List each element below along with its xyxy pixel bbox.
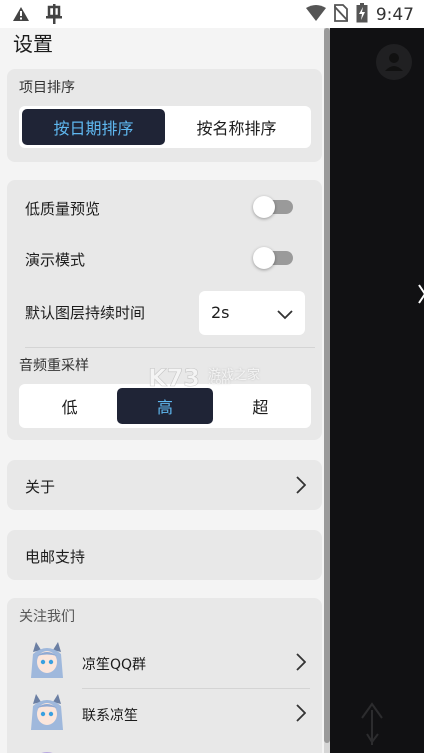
no-sim-icon — [333, 4, 349, 26]
layer-duration-select[interactable]: 2s — [199, 291, 305, 335]
status-right: 9:47 — [305, 3, 414, 27]
demo-mode-label: 演示模式 — [25, 251, 86, 269]
warning-icon — [12, 6, 30, 27]
low-quality-preview-toggle[interactable] — [253, 195, 293, 219]
follow-us-card: 关注我们 凉笙QQ群 联系凉笙 — [7, 598, 322, 753]
status-bar: 9:47 — [0, 0, 424, 28]
chevron-right-icon[interactable] — [296, 653, 307, 675]
anime-avatar-icon — [27, 692, 67, 732]
sort-segmented-control: 按日期排序 按名称排序 — [19, 106, 311, 148]
resample-ultra-option[interactable]: 超 — [213, 388, 308, 424]
drawer-scrollbar[interactable] — [324, 28, 330, 753]
sort-by-name-option[interactable]: 按名称排序 — [165, 109, 308, 145]
about-row[interactable]: 关于 — [7, 460, 322, 510]
page-title: 设置 — [13, 32, 53, 56]
demo-mode-toggle[interactable] — [253, 246, 293, 270]
status-time: 9:47 — [375, 5, 414, 25]
resample-high-option[interactable]: 高 — [117, 388, 213, 424]
audio-resample-label: 音频重采样 — [19, 358, 89, 374]
divider — [82, 688, 310, 689]
chevron-down-icon — [277, 305, 293, 324]
preview-settings-card: 低质量预览 演示模式 默认图层持续时间 2s 音频重采样 低 高 超 — [7, 180, 322, 440]
layer-duration-label: 默认图层持续时间 — [25, 304, 146, 322]
settings-drawer: 设置 项目排序 按日期排序 按名称排序 低质量预览 演示模式 默认图层持续时间 … — [0, 28, 330, 753]
email-support-row[interactable]: 电邮支持 — [7, 530, 322, 580]
follow-item-contact[interactable]: 联系凉笙 — [82, 705, 138, 725]
resample-low-option[interactable]: 低 — [22, 388, 117, 424]
sort-by-date-option[interactable]: 按日期排序 — [22, 109, 165, 145]
follow-us-label: 关注我们 — [19, 609, 75, 625]
anime-avatar-icon — [27, 744, 67, 753]
drawer-scrim[interactable] — [330, 28, 424, 753]
bug-icon — [44, 4, 64, 29]
wifi-icon — [305, 5, 326, 25]
user-icon[interactable] — [376, 44, 412, 80]
status-left — [12, 4, 64, 29]
follow-item-qq-group[interactable]: 凉笙QQ群 — [82, 654, 146, 674]
about-label: 关于 — [25, 478, 56, 496]
layer-duration-value: 2s — [211, 303, 230, 322]
toggle-thumb — [253, 247, 275, 269]
chevron-right-icon — [296, 476, 307, 498]
sort-card: 项目排序 按日期排序 按名称排序 — [7, 69, 322, 162]
anime-avatar-icon — [27, 640, 67, 680]
low-quality-preview-label: 低质量预览 — [25, 200, 101, 218]
chevron-right-icon — [418, 283, 424, 309]
scrollbar-thumb[interactable] — [324, 28, 330, 743]
sort-section-label: 项目排序 — [19, 80, 75, 96]
battery-charging-icon — [356, 3, 368, 27]
email-support-label: 电邮支持 — [25, 548, 86, 566]
divider — [25, 347, 315, 348]
chevron-right-icon[interactable] — [296, 704, 307, 726]
demo-mode-row: 演示模式 — [7, 243, 322, 273]
gesture-icon[interactable] — [358, 700, 388, 753]
audio-resample-segmented-control: 低 高 超 — [19, 384, 311, 428]
low-quality-preview-row: 低质量预览 — [7, 192, 322, 222]
toggle-thumb — [253, 196, 275, 218]
